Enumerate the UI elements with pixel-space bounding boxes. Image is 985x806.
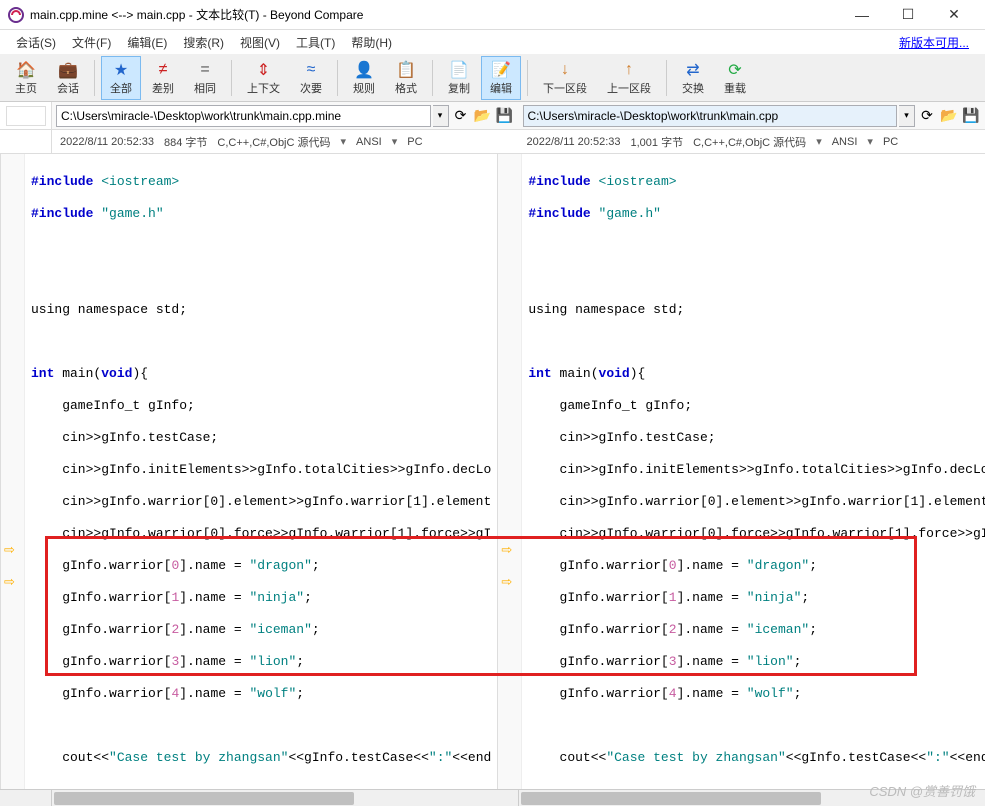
right-size: 1,001 字节	[631, 134, 684, 150]
rules-button[interactable]: 👤规则	[344, 56, 384, 100]
path-row: ▾ ⟳ 📂 💾 ▾ ⟳ 📂 💾	[0, 102, 985, 130]
left-open-folder-icon[interactable]: 📂	[473, 106, 493, 126]
close-button[interactable]: ✕	[931, 0, 977, 30]
left-size: 884 字节	[164, 134, 207, 150]
copy-button[interactable]: 📄复制	[439, 56, 479, 100]
left-date: 2022/8/11 20:52:33	[60, 136, 154, 148]
next-section-button[interactable]: ↓下一区段	[534, 56, 596, 100]
right-pathbar: ▾ ⟳ 📂 💾	[519, 105, 985, 127]
context-button[interactable]: ⇕上下文	[238, 56, 289, 100]
edit-button[interactable]: 📝编辑	[481, 56, 521, 100]
left-path-dropdown[interactable]: ▾	[433, 105, 449, 127]
right-path-dropdown[interactable]: ▾	[899, 105, 915, 127]
format-button[interactable]: 📋格式	[386, 56, 426, 100]
reload-button[interactable]: ⟳重载	[715, 56, 755, 100]
home-button[interactable]: 🏠主页	[6, 56, 46, 100]
titlebar: main.cpp.mine <--> main.cpp - 文本比较(T) - …	[0, 0, 985, 30]
left-info: 2022/8/11 20:52:33 884 字节 C,C++,C#,ObjC …	[52, 134, 519, 150]
menu-session[interactable]: 会话(S)	[8, 34, 64, 51]
toolbar: 🏠主页 💼会话 ★全部 ≠差别 =相同 ⇕上下文 ≈次要 👤规则 📋格式 📄复制…	[0, 54, 985, 102]
right-save-icon[interactable]: 💾	[961, 106, 981, 126]
thumbnail-gutter-top	[0, 130, 52, 153]
menu-file[interactable]: 文件(F)	[64, 34, 119, 51]
compare-area: ⇨ ⇨ #include <iostream> #include "game.h…	[0, 154, 985, 789]
maximize-button[interactable]: ☐	[885, 0, 931, 30]
right-info: 2022/8/11 20:52:33 1,001 字节 C,C++,C#,Obj…	[519, 134, 985, 150]
right-recent-icon[interactable]: ⟳	[917, 106, 937, 126]
right-path-input[interactable]	[523, 105, 898, 127]
left-enc: ANSI	[356, 136, 382, 148]
scrollbar-row	[0, 789, 985, 806]
diff-marker-icon[interactable]: ⇨	[501, 542, 517, 556]
session-button[interactable]: 💼会话	[48, 56, 88, 100]
all-button[interactable]: ★全部	[101, 56, 141, 100]
right-enc: ANSI	[832, 136, 858, 148]
left-lineend: PC	[407, 136, 422, 148]
menu-search[interactable]: 搜索(R)	[175, 34, 232, 51]
new-version-link[interactable]: 新版本可用...	[899, 34, 977, 51]
right-pane: ⇨ ⇨ #include <iostream> #include "game.h…	[498, 154, 985, 789]
menu-help[interactable]: 帮助(H)	[343, 34, 400, 51]
left-save-icon[interactable]: 💾	[495, 106, 515, 126]
diff-marker-icon[interactable]: ⇨	[501, 574, 517, 588]
left-recent-icon[interactable]: ⟳	[451, 106, 471, 126]
window-title: main.cpp.mine <--> main.cpp - 文本比较(T) - …	[30, 6, 839, 23]
menu-edit[interactable]: 编辑(E)	[119, 34, 175, 51]
menu-view[interactable]: 视图(V)	[232, 34, 288, 51]
left-pane: ⇨ ⇨ #include <iostream> #include "game.h…	[1, 154, 498, 789]
menubar: 会话(S) 文件(F) 编辑(E) 搜索(R) 视图(V) 工具(T) 帮助(H…	[0, 30, 985, 54]
minor-button[interactable]: ≈次要	[291, 56, 331, 100]
info-row: 2022/8/11 20:52:33 884 字节 C,C++,C#,ObjC …	[0, 130, 985, 154]
right-date: 2022/8/11 20:52:33	[527, 136, 621, 148]
diff-marker-icon[interactable]: ⇨	[4, 574, 20, 588]
app-icon	[8, 7, 24, 23]
thumbnail-column-header	[0, 102, 52, 129]
diff-button[interactable]: ≠差别	[143, 56, 183, 100]
left-lang: C,C++,C#,ObjC 源代码	[217, 134, 330, 150]
diff-marker-icon[interactable]: ⇨	[4, 542, 20, 556]
left-pathbar: ▾ ⟳ 📂 💾	[52, 105, 519, 127]
same-button[interactable]: =相同	[185, 56, 225, 100]
menu-tools[interactable]: 工具(T)	[288, 34, 343, 51]
left-path-input[interactable]	[56, 105, 431, 127]
left-code[interactable]: #include <iostream> #include "game.h" us…	[25, 154, 497, 789]
right-code[interactable]: #include <iostream> #include "game.h" us…	[522, 154, 985, 789]
left-h-scrollbar[interactable]	[52, 790, 518, 806]
right-open-folder-icon[interactable]: 📂	[939, 106, 959, 126]
right-lang: C,C++,C#,ObjC 源代码	[693, 134, 806, 150]
minimize-button[interactable]: —	[839, 0, 885, 30]
prev-section-button[interactable]: ↑上一区段	[598, 56, 660, 100]
watermark: CSDN @赏善罚饿	[869, 781, 975, 800]
swap-button[interactable]: ⇄交换	[673, 56, 713, 100]
right-marker-gutter: ⇨ ⇨	[498, 154, 522, 789]
right-lineend: PC	[883, 136, 898, 148]
left-marker-gutter: ⇨ ⇨	[1, 154, 25, 789]
